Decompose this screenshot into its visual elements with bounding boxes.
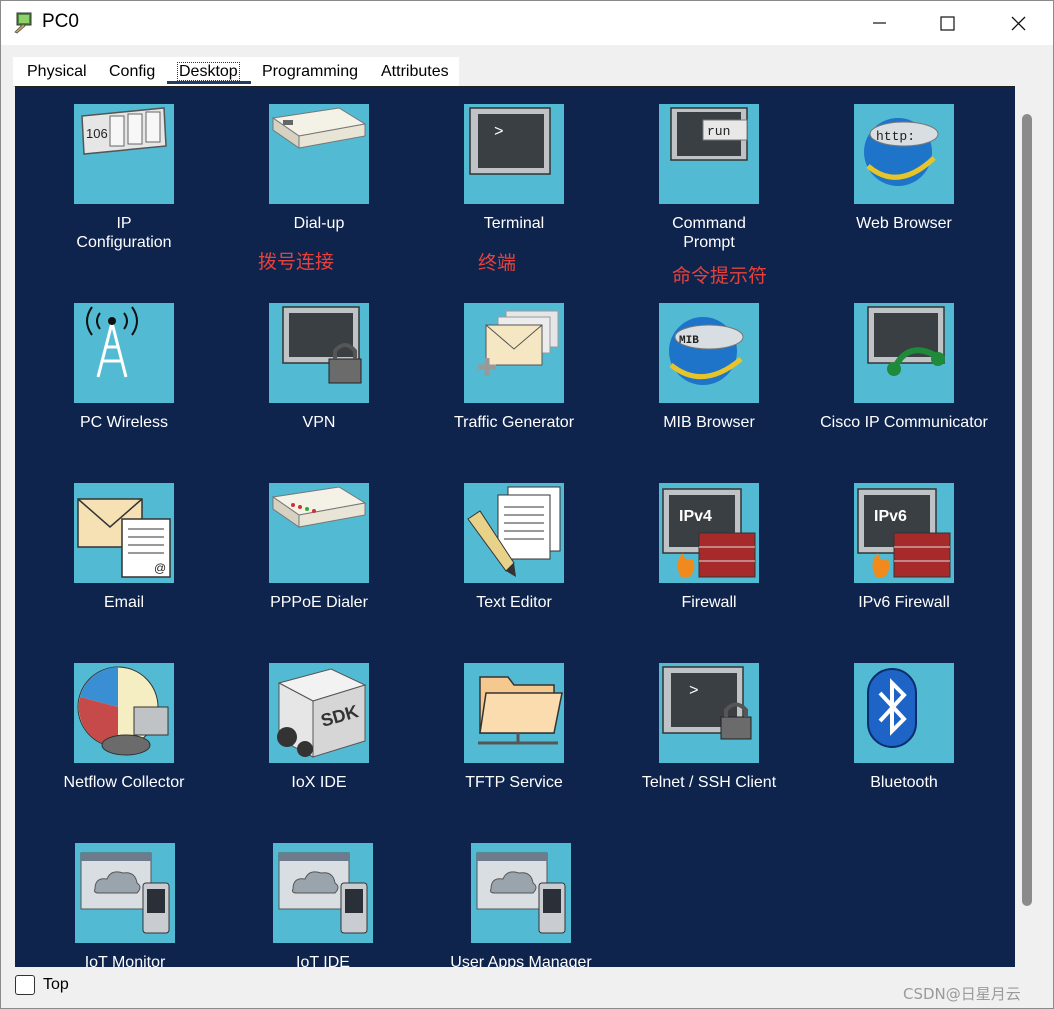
active-tab-indicator (167, 81, 251, 84)
svg-text:http:: http: (876, 129, 915, 144)
app-label: Telnet / SSH Client (641, 774, 777, 791)
app-label: PC Wireless (79, 414, 168, 431)
app-label: Text Editor (476, 594, 552, 611)
app-label: TFTP Service (465, 774, 563, 791)
scrollbar-thumb[interactable] (1022, 114, 1032, 906)
svg-text:>: > (494, 123, 504, 141)
app-label: Cisco IP Communicator (820, 414, 988, 431)
netflow-collector-icon (77, 666, 169, 756)
tab-programming[interactable]: Programming (262, 62, 358, 82)
app-label: Bluetooth (870, 774, 938, 791)
desktop-panel: 106 IP Configuration Dial-up > Terminal … (15, 86, 1017, 969)
app-label: MIB Browser (663, 414, 755, 431)
tab-config[interactable]: Config (109, 62, 155, 82)
iot-ide-icon (278, 852, 368, 934)
svg-text:106: 106 (86, 126, 108, 141)
app-label: IoX IDE (291, 774, 347, 791)
bluetooth-icon (867, 668, 917, 748)
traffic-generator-icon (478, 310, 559, 376)
close-button[interactable] (984, 1, 1054, 45)
maximize-button[interactable] (914, 1, 984, 45)
email-envelope-icon: @ (77, 498, 171, 578)
top-label: Top (43, 976, 69, 993)
tab-physical[interactable]: Physical (27, 62, 87, 82)
terminal-icon: > (469, 107, 551, 175)
ip-configuration-icon: 106 (81, 107, 167, 155)
app-label: IP Configuration (76, 215, 172, 251)
svg-text:IPv4: IPv4 (679, 508, 712, 525)
iox-ide-icon: SDK (277, 668, 367, 758)
app-label: Dial-up (293, 215, 345, 232)
annotation-dial-up: 拨号连接 (258, 251, 335, 273)
tab-bar (1, 45, 1053, 87)
ip-communicator-headset-icon (867, 306, 945, 376)
title-bar[interactable]: PC0 (1, 1, 1053, 45)
svg-text:>: > (689, 682, 699, 700)
svg-text:IPv6: IPv6 (874, 508, 907, 525)
maximize-icon (940, 16, 955, 31)
app-label: Command Prompt (672, 215, 746, 251)
app-label: Web Browser (856, 215, 952, 232)
app-label: IPv6 Firewall (858, 594, 950, 611)
tab-desktop[interactable]: Desktop (177, 62, 240, 82)
app-label: Netflow Collector (63, 774, 185, 791)
telnet-ssh-icon: > (662, 666, 752, 740)
packet-tracer-pc-icon (14, 12, 32, 34)
tab-attributes[interactable]: Attributes (381, 62, 449, 82)
dial-up-modem-icon (271, 107, 367, 149)
svg-text:@: @ (154, 561, 166, 575)
mib-browser-icon: MIB (669, 317, 744, 385)
annotation-command-prompt: 命令提示符 (672, 265, 768, 287)
text-editor-icon (467, 486, 561, 577)
csdn-watermark: CSDN@日星月云 (903, 985, 1021, 1003)
app-label: Email (103, 594, 144, 611)
pppoe-dialer-icon (271, 486, 367, 528)
app-label: Firewall (681, 594, 737, 611)
vertical-scrollbar[interactable] (1015, 86, 1041, 967)
svg-text:MIB: MIB (679, 335, 699, 347)
window-title: PC0 (42, 11, 79, 32)
ipv6-firewall-icon: IPv6 (857, 488, 951, 578)
app-label: PPPoE Dialer (270, 594, 368, 611)
top-checkbox[interactable] (15, 975, 35, 995)
close-icon (1011, 16, 1026, 31)
footer-bar: Top (1, 967, 1053, 1007)
vpn-lock-icon (282, 306, 362, 384)
command-prompt-icon: run (670, 107, 748, 161)
iot-monitor-icon (80, 852, 170, 934)
app-label: Terminal (483, 215, 545, 232)
wireless-tower-icon (86, 306, 138, 378)
pc0-window: PC0 Physical Config Desktop Programming … (0, 0, 1054, 1009)
web-browser-icon: http: (864, 118, 939, 186)
app-label: VPN (302, 414, 336, 431)
user-apps-manager-icon (476, 852, 566, 934)
annotation-terminal: 终端 (478, 252, 517, 274)
minimize-icon (873, 22, 886, 24)
app-label: Traffic Generator (453, 414, 575, 431)
firewall-icon: IPv4 (662, 488, 756, 578)
tftp-folder-icon (478, 676, 563, 745)
minimize-button[interactable] (844, 1, 914, 45)
svg-text:run: run (707, 124, 730, 139)
